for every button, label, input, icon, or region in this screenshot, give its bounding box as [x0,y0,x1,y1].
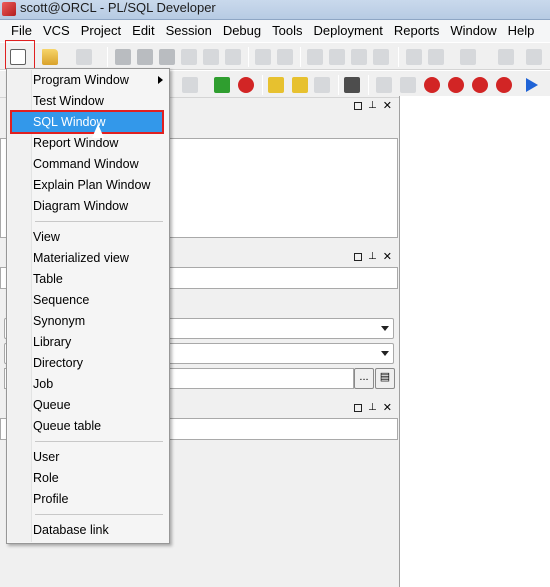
menu-item-profile[interactable]: Profile [33,489,167,509]
save-as-icon[interactable] [157,47,177,67]
menu-item-role[interactable]: Role [33,468,167,488]
menu-item-test-window[interactable]: Test Window [33,91,167,111]
sql-icon[interactable] [180,75,200,95]
delete-icon[interactable] [470,75,490,95]
edit-icon[interactable] [494,75,514,95]
back-icon[interactable] [426,47,446,67]
menu-item-database-link[interactable]: Database link [33,520,167,540]
new-button-highlight [5,40,35,69]
key-icon[interactable] [266,75,286,95]
menu-item-sql-window[interactable]: SQL Window [10,110,164,134]
redo-icon[interactable] [275,47,295,67]
menu-item-command-window[interactable]: Command Window [33,154,167,174]
cut-icon[interactable] [305,47,325,67]
wrench-icon[interactable] [342,75,362,95]
bookmark-icon[interactable] [496,47,516,67]
menu-tools[interactable]: Tools [267,21,308,41]
menu-reports[interactable]: Reports [389,21,446,41]
paste-icon[interactable] [349,47,369,67]
book-icon[interactable] [446,75,466,95]
chevron-down-icon [381,351,389,356]
menu-item-queue[interactable]: Queue [33,395,167,415]
print-icon[interactable] [74,47,94,67]
open-icon[interactable] [40,47,60,67]
indent-icon[interactable] [404,47,424,67]
window-title: scott@ORCL - PL/SQL Developer [20,0,216,15]
minimize-icon[interactable] [354,102,363,110]
title-bar: scott@ORCL - PL/SQL Developer [0,0,550,20]
menu-item-directory[interactable]: Directory [33,353,167,373]
new-menu: Program Window Test Window SQL Window Re… [6,68,170,544]
find-icon[interactable] [371,47,391,67]
editor-workspace [399,96,550,587]
menu-item-library[interactable]: Library [33,332,167,352]
menu-item-job[interactable]: Job [33,374,167,394]
eraser-icon[interactable] [398,75,418,95]
app-icon [2,2,16,16]
menu-session[interactable]: Session [161,21,218,41]
submenu-arrow-icon [158,76,163,84]
undo-icon[interactable] [253,47,273,67]
menu-separator [35,221,163,222]
menu-item-materialized-view[interactable]: Materialized view [33,248,167,268]
menu-item-sequence[interactable]: Sequence [33,290,167,310]
comment-icon[interactable] [524,47,544,67]
save-all-icon[interactable] [135,47,155,67]
close-icon[interactable]: ✕ [383,100,392,112]
mouse-cursor-icon [92,124,104,138]
menu-item-table[interactable]: Table [33,269,167,289]
clipboard-icon[interactable]: ▤ [375,368,395,389]
pin-icon[interactable]: ⊥ [368,402,377,414]
pin-icon[interactable]: ⊥ [368,100,377,112]
menu-item-queue-table[interactable]: Queue table [33,416,167,436]
menu-window[interactable]: Window [445,21,502,41]
menu-item-diagram-window[interactable]: Diagram Window [33,196,167,216]
connect-icon[interactable] [212,75,232,95]
minimize-icon[interactable] [354,253,363,261]
schedule-icon[interactable] [312,75,332,95]
chevron-down-icon [381,326,389,331]
menu-deployment[interactable]: Deployment [308,21,388,41]
print-preview-icon[interactable] [223,47,243,67]
main-toolbar [0,42,550,70]
check-icon[interactable] [290,75,310,95]
menu-item-synonym[interactable]: Synonym [33,311,167,331]
pin-icon[interactable]: ⊥ [368,251,377,263]
tag-icon[interactable] [374,75,394,95]
menu-gutter [8,70,32,542]
menu-debug[interactable]: Debug [218,21,267,41]
menu-vcs[interactable]: VCS [38,21,76,41]
menu-file[interactable]: File [6,21,38,41]
menu-help[interactable]: Help [503,21,541,41]
menu-item-explain-plan-window[interactable]: Explain Plan Window [33,175,167,195]
browse-button[interactable]: ... [354,368,374,389]
menu-bar: File VCS Project Edit Session Debug Tool… [0,20,550,42]
copy-icon[interactable] [327,47,347,67]
forward-icon[interactable] [458,47,478,67]
menu-item-program-window[interactable]: Program Window [33,70,167,90]
menu-separator [35,514,163,515]
copy-file-icon[interactable] [179,47,199,67]
close-icon[interactable]: ✕ [383,402,392,414]
stop-icon[interactable] [422,75,442,95]
menu-separator [35,441,163,442]
menu-edit[interactable]: Edit [127,21,160,41]
page-setup-icon[interactable] [201,47,221,67]
menu-item-user[interactable]: User [33,447,167,467]
minimize-icon[interactable] [354,404,363,412]
disconnect-icon[interactable] [236,75,256,95]
menu-item-view[interactable]: View [33,227,167,247]
save-icon[interactable] [113,47,133,67]
close-icon[interactable]: ✕ [383,251,392,263]
arrow-right-icon[interactable] [522,75,542,95]
menu-project[interactable]: Project [76,21,127,41]
